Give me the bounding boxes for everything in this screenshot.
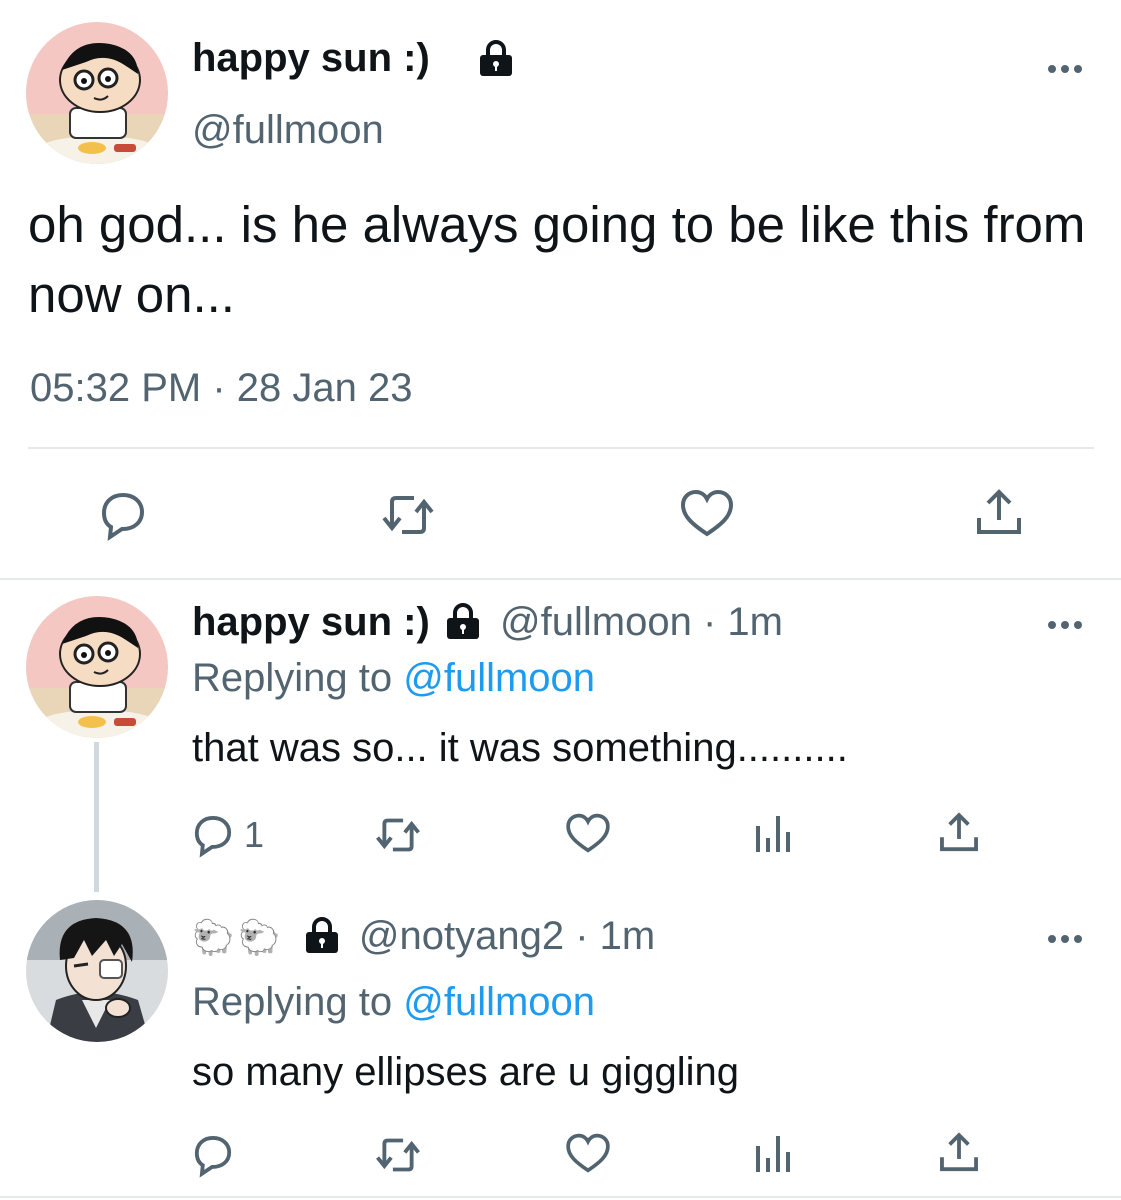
- cartoon-boy-avatar-icon: [26, 596, 168, 738]
- handle[interactable]: @fullmoon: [192, 108, 384, 153]
- handle[interactable]: @notyang2: [359, 914, 564, 958]
- reply-icon[interactable]: [190, 812, 236, 858]
- replying-to: Replying to @fullmoon: [192, 980, 596, 1024]
- views-icon[interactable]: [750, 1132, 794, 1176]
- mention-link[interactable]: @fullmoon: [403, 656, 595, 700]
- reply-header: happy sun :) @fullmoon · 1m: [192, 600, 783, 645]
- post-time[interactable]: · 1m: [703, 600, 783, 644]
- avatar[interactable]: [26, 596, 168, 738]
- reply-header: 🐑🐑 @notyang2 · 1m: [192, 914, 655, 959]
- avatar[interactable]: [26, 900, 168, 1042]
- share-icon[interactable]: [936, 810, 982, 856]
- views-icon[interactable]: [750, 812, 794, 856]
- retweet-icon[interactable]: [372, 812, 424, 858]
- share-icon[interactable]: [972, 486, 1026, 540]
- reply-count: 1: [244, 814, 265, 855]
- reply-text: that was so... it was something.........…: [192, 726, 848, 770]
- divider: [28, 447, 1094, 449]
- timestamp[interactable]: 05:32 PM · 28 Jan 23: [30, 366, 412, 411]
- section-divider: [0, 578, 1121, 580]
- avatar[interactable]: [26, 22, 168, 164]
- share-icon[interactable]: [936, 1130, 982, 1176]
- like-icon[interactable]: [564, 1130, 612, 1176]
- display-name[interactable]: 🐑🐑: [192, 919, 285, 957]
- display-name[interactable]: happy sun :): [192, 36, 430, 81]
- mention-link[interactable]: @fullmoon: [403, 980, 595, 1024]
- lock-icon: [446, 603, 479, 639]
- post-time[interactable]: · 1m: [575, 914, 655, 958]
- like-icon[interactable]: [678, 486, 736, 540]
- cartoon-boy-avatar-icon: [26, 22, 168, 164]
- anime-character-avatar-icon: [26, 900, 168, 1042]
- more-options-icon[interactable]: [1046, 62, 1086, 76]
- section-divider: [0, 1196, 1121, 1198]
- lock-icon: [480, 40, 512, 76]
- replying-to: Replying to @fullmoon: [192, 656, 596, 700]
- thread-line: [94, 742, 99, 892]
- reply-icon[interactable]: [190, 1132, 236, 1178]
- reply-icon[interactable]: [96, 488, 150, 542]
- like-icon[interactable]: [564, 810, 612, 856]
- reply-text: so many ellipses are u giggling: [192, 1050, 739, 1094]
- handle[interactable]: @fullmoon: [500, 600, 692, 644]
- tweet-text: oh god... is he always going to be like …: [28, 196, 1086, 323]
- lock-icon: [305, 917, 338, 953]
- display-name[interactable]: happy sun :): [192, 600, 430, 644]
- more-options-icon[interactable]: [1046, 932, 1086, 946]
- more-options-icon[interactable]: [1046, 618, 1086, 632]
- retweet-icon[interactable]: [378, 488, 438, 542]
- retweet-icon[interactable]: [372, 1132, 424, 1178]
